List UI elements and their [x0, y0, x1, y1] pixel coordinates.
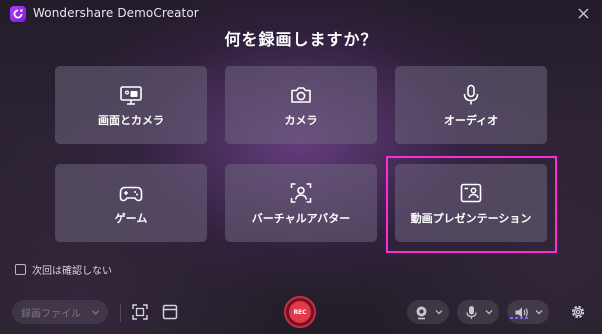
option-screen-and-camera[interactable]: 画面とカメラ — [55, 66, 207, 144]
camera-icon — [288, 82, 314, 108]
save-target-dropdown[interactable]: 録画ファイル — [12, 300, 108, 324]
window-icon — [162, 304, 178, 320]
capture-area-button[interactable] — [130, 302, 150, 322]
chevron-down-icon — [485, 310, 493, 315]
microphone-icon — [458, 82, 484, 108]
bottom-toolbar: 録画ファイル REC — [0, 290, 602, 334]
chevron-down-icon — [535, 310, 543, 315]
webcam-icon — [416, 306, 427, 319]
settings-button[interactable] — [568, 302, 588, 322]
level-bar — [515, 317, 518, 319]
option-camera[interactable]: カメラ — [225, 66, 377, 144]
page-title: 何を録画しますか？ — [224, 30, 378, 49]
presentation-icon — [458, 180, 484, 206]
gamepad-icon — [118, 180, 144, 206]
option-label: 画面とカメラ — [98, 114, 164, 127]
capture-area-icon — [132, 304, 148, 320]
democreator-logo-icon — [10, 6, 26, 22]
title-bar: Wondershare DemoCreator — [0, 0, 602, 28]
chevron-down-icon — [92, 310, 99, 315]
option-audio[interactable]: オーディオ — [395, 66, 547, 144]
option-label: カメラ — [284, 114, 318, 127]
checkbox-box[interactable] — [15, 264, 26, 275]
close-icon — [578, 8, 588, 18]
avatar-icon — [288, 180, 314, 206]
webcam-toggle[interactable] — [407, 300, 449, 324]
level-bar — [520, 317, 523, 319]
option-label: 動画プレゼンテーション — [410, 212, 532, 225]
microphone-toggle[interactable] — [457, 300, 499, 324]
window-capture-button[interactable] — [160, 302, 180, 322]
option-video-presentation[interactable]: 動画プレゼンテーション — [395, 164, 547, 242]
toolbar-divider — [120, 304, 121, 322]
level-bar — [525, 317, 528, 319]
save-target-value: 録画ファイル — [21, 308, 81, 320]
audio-level-meter — [510, 317, 528, 319]
screen-camera-icon — [118, 82, 144, 108]
option-label: ゲーム — [114, 212, 148, 225]
option-virtual-avatar[interactable]: バーチャルアバター — [225, 164, 377, 242]
record-button-inner: REC — [289, 301, 311, 323]
microphone-icon — [466, 305, 477, 319]
level-bar — [510, 317, 513, 319]
speaker-toggle[interactable] — [507, 300, 549, 324]
option-label: オーディオ — [443, 114, 499, 127]
gear-icon — [571, 305, 585, 319]
checkbox-label: 次回は確認しない — [32, 266, 112, 277]
democreator-window: Wondershare DemoCreator 何を録画しますか？ 画面とカメラ… — [0, 0, 602, 334]
option-game[interactable]: ゲーム — [55, 164, 207, 242]
app-title: Wondershare DemoCreator — [33, 6, 199, 20]
record-label: REC — [293, 308, 307, 316]
close-button[interactable] — [574, 4, 592, 22]
chevron-down-icon — [435, 310, 443, 315]
dont-ask-again-checkbox[interactable]: 次回は確認しない — [15, 262, 112, 277]
option-label: バーチャルアバター — [251, 212, 351, 225]
record-button[interactable]: REC — [284, 296, 316, 328]
